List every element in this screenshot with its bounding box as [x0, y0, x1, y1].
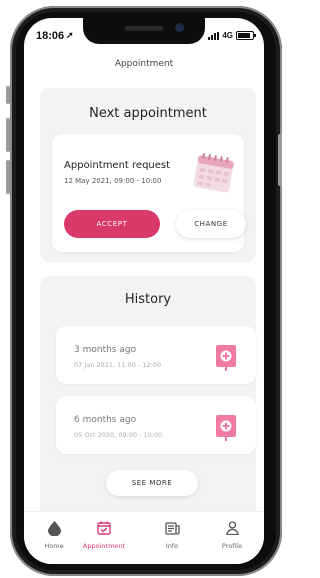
change-button[interactable]: CHANGE: [176, 210, 246, 238]
status-time: 18:06: [36, 30, 65, 42]
history-heading: History: [124, 292, 172, 307]
next-appointment-section: Next appointment Appointment request 12 …: [40, 88, 256, 262]
history-item-ago: 6 months ago: [74, 415, 137, 425]
volume-up-button: [6, 118, 10, 152]
tab-profile[interactable]: Profile: [202, 520, 262, 550]
tab-bar: Home Appointment Info Profile: [24, 511, 264, 564]
medical-pin-icon: [216, 345, 236, 371]
person-icon: [202, 520, 262, 536]
accept-button[interactable]: ACCEPT: [64, 210, 160, 238]
signal-icon: [208, 31, 220, 40]
location-arrow-icon: ➚: [66, 30, 74, 40]
battery-icon: [236, 31, 256, 40]
volume-down-button: [6, 160, 10, 194]
status-bar: 18:06 ➚ 4G: [34, 30, 256, 46]
history-section: History 3 months ago 07 Jan 2021, 11:00 …: [40, 276, 256, 516]
tab-label: Profile: [221, 542, 243, 550]
appointment-date: 12 May 2021, 09:00 - 10:00: [64, 177, 162, 185]
history-item-ago: 3 months ago: [74, 345, 137, 355]
history-item-date: 05 Oct 2020, 09:00 - 10:00: [74, 431, 163, 439]
medical-pin-icon: [216, 415, 236, 441]
calendar-check-icon: [74, 520, 134, 536]
tab-appointment[interactable]: Appointment: [74, 520, 134, 550]
appointment-request-card[interactable]: Appointment request 12 May 2021, 09:00 -…: [52, 134, 246, 252]
status-indicators: 4G: [208, 31, 256, 40]
see-more-button[interactable]: SEE MORE: [106, 470, 198, 496]
history-item-date: 07 Jan 2021, 11:00 - 12:00: [74, 361, 162, 369]
next-appointment-heading: Next appointment: [89, 106, 207, 121]
tab-label: Info: [165, 542, 179, 550]
tab-label: Appointment: [82, 542, 126, 550]
tab-info[interactable]: Info: [142, 520, 202, 550]
network-type: 4G: [222, 31, 233, 40]
page-title: Appointment: [114, 59, 174, 69]
app-screen: 18:06 ➚ 4G Appointment Next appointment …: [24, 18, 264, 564]
mute-switch: [6, 86, 10, 104]
history-item[interactable]: 6 months ago 05 Oct 2020, 09:00 - 10:00: [56, 396, 256, 454]
history-item[interactable]: 3 months ago 07 Jan 2021, 11:00 - 12:00: [56, 326, 256, 384]
appointment-title: Appointment request: [64, 160, 171, 171]
power-button: [278, 134, 282, 186]
calendar-illustration-icon: [193, 152, 234, 193]
newspaper-icon: [142, 520, 202, 536]
